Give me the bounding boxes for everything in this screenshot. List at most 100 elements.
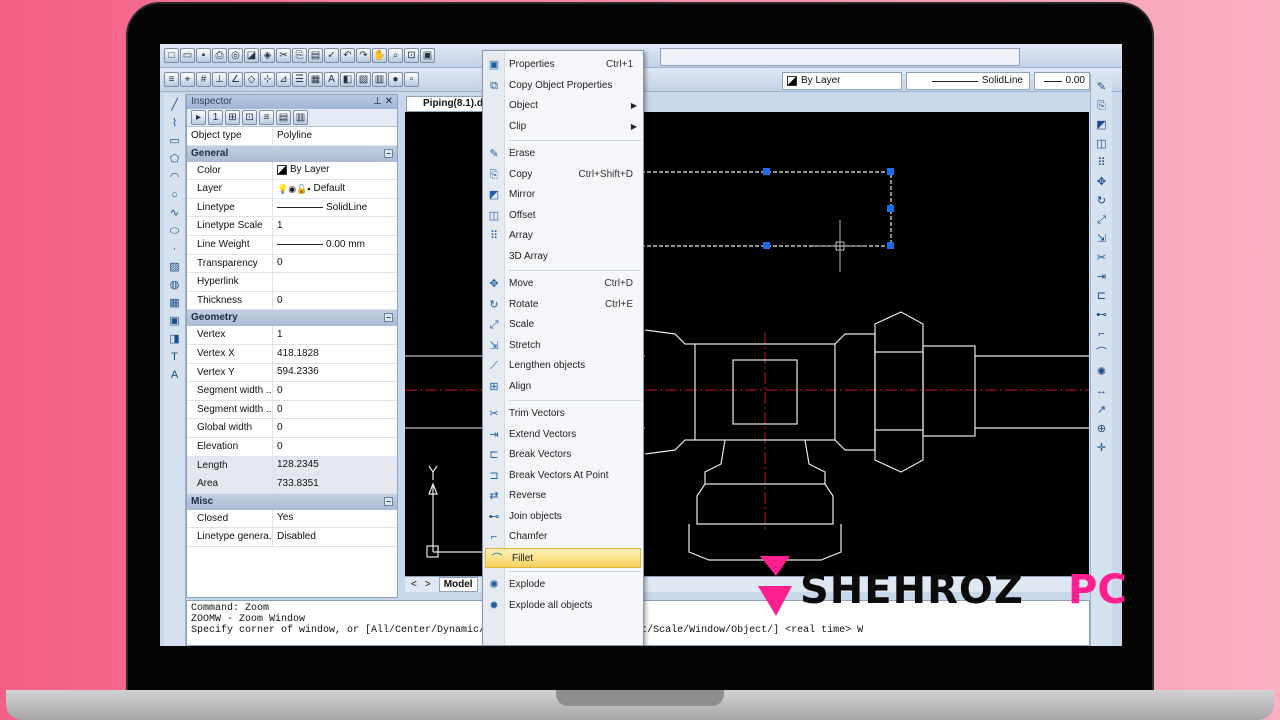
tolerance-tool-icon[interactable]: ⊕ xyxy=(1094,422,1109,437)
center-mark-tool-icon[interactable]: ✛ xyxy=(1094,441,1109,456)
table-icon[interactable]: ▥ xyxy=(372,72,387,87)
property-value[interactable]: 0 xyxy=(273,255,397,273)
tab-scroll-right-icon[interactable]: > xyxy=(425,579,431,590)
menu-item-explode[interactable]: ✺ Explode xyxy=(483,575,643,595)
match-icon[interactable]: ✓ xyxy=(324,48,339,63)
rectangle-tool-icon[interactable]: ▭ xyxy=(167,134,182,149)
trim-tool-icon[interactable]: ✂ xyxy=(1094,251,1109,266)
property-row[interactable]: Object type Polyline xyxy=(187,127,397,146)
annotation-icon[interactable]: A xyxy=(324,72,339,87)
leader-tool-icon[interactable]: ↗ xyxy=(1094,403,1109,418)
menu-item-array[interactable]: ⠿ Array xyxy=(483,226,643,246)
inspector-close-icon[interactable]: ⊥ ✕ xyxy=(373,95,393,109)
property-row[interactable]: Color By Layer xyxy=(187,161,397,181)
property-value[interactable]: Disabled xyxy=(273,528,397,546)
property-row[interactable]: Hyperlink xyxy=(187,273,397,292)
menu-item-copy[interactable]: ⎘ Copy Ctrl+Shift+D xyxy=(483,165,643,185)
collapse-icon[interactable]: − xyxy=(384,148,393,158)
ortho-icon[interactable]: ⊥ xyxy=(212,72,227,87)
property-row[interactable]: Line Weight 0.00 mm xyxy=(187,235,397,255)
cut-icon[interactable]: ✂ xyxy=(276,48,291,63)
extend-tool-icon[interactable]: ⇥ xyxy=(1094,270,1109,285)
property-value[interactable]: 1 xyxy=(273,326,397,344)
collapse-icon[interactable]: − xyxy=(384,313,393,323)
spline-tool-icon[interactable]: ∿ xyxy=(167,206,182,221)
select-objects-icon[interactable]: ▸ xyxy=(191,110,206,125)
dimension-tool-icon[interactable]: ↔ xyxy=(1094,384,1109,399)
offset-tool-icon[interactable]: ◫ xyxy=(1094,137,1109,152)
layer-bulb-icon[interactable]: ● xyxy=(388,72,403,87)
save-icon[interactable]: ▪ xyxy=(196,48,211,63)
properties-icon[interactable]: ▣ xyxy=(420,48,435,63)
fillet-tool-icon[interactable]: ⌒ xyxy=(1094,346,1109,361)
menu-item-clip[interactable]: Clip ▶ xyxy=(483,117,643,137)
property-value[interactable]: 💡◉🔓▪ Default xyxy=(273,180,397,198)
arc-tool-icon[interactable]: ◠ xyxy=(167,170,182,185)
lineweight-dropdown[interactable]: 0.00 xyxy=(1034,72,1090,90)
mirror-tool-icon[interactable]: ◩ xyxy=(1094,118,1109,133)
menu-item-copy-object-properties[interactable]: ⧉ Copy Object Properties xyxy=(483,76,643,96)
hatch-icon[interactable]: ▧ xyxy=(356,72,371,87)
rotate-tool-icon[interactable]: ↻ xyxy=(1094,194,1109,209)
paste-icon[interactable]: ▤ xyxy=(308,48,323,63)
scale-tool-icon[interactable]: ⤢ xyxy=(1094,213,1109,228)
property-group-geometry[interactable]: Geometry − xyxy=(187,310,397,327)
menu-item-trim-vectors[interactable]: ✂ Trim Vectors xyxy=(483,404,643,424)
layer-lock-icon[interactable]: ▫ xyxy=(404,72,419,87)
property-row[interactable]: Vertex 1 xyxy=(187,326,397,345)
tab-model[interactable]: Model xyxy=(438,577,478,592)
erase-tool-icon[interactable]: ✎ xyxy=(1094,80,1109,95)
menu-item-extend-vectors[interactable]: ⇥ Extend Vectors xyxy=(483,425,643,445)
publish-icon[interactable]: ◈ xyxy=(260,48,275,63)
polygon-tool-icon[interactable]: ⬠ xyxy=(167,152,182,167)
property-value[interactable]: 0 xyxy=(273,292,397,310)
property-row[interactable]: Segment width ... 0 xyxy=(187,382,397,401)
menu-item-lengthen-objects[interactable]: ⟋ Lengthen objects xyxy=(483,356,643,376)
plot-icon[interactable]: ◪ xyxy=(244,48,259,63)
move-tool-icon[interactable]: ✥ xyxy=(1094,175,1109,190)
mtext-tool-icon[interactable]: A xyxy=(167,368,182,383)
property-value[interactable]: 733.8351 xyxy=(273,475,397,493)
hatch-tool-icon[interactable]: ▨ xyxy=(167,260,182,275)
property-row[interactable]: Vertex X 418.1828 xyxy=(187,344,397,364)
menu-item-align[interactable]: ⊞ Align xyxy=(483,377,643,397)
property-value[interactable]: 0 xyxy=(273,419,397,437)
menu-item-3d-array[interactable]: 3D Array xyxy=(483,247,643,267)
block-tool-icon[interactable]: ◨ xyxy=(167,332,182,347)
text-tool-icon[interactable]: T xyxy=(167,350,182,365)
copy-icon[interactable]: ⎘ xyxy=(292,48,307,63)
property-value[interactable]: 0 xyxy=(273,401,397,419)
menu-item-erase[interactable]: ✎ Erase xyxy=(483,144,643,164)
property-value[interactable]: 1 xyxy=(273,217,397,235)
pan-icon[interactable]: ✋ xyxy=(372,48,387,63)
stretch-tool-icon[interactable]: ⇲ xyxy=(1094,232,1109,247)
menu-item-move[interactable]: ✥ Move Ctrl+D xyxy=(483,274,643,294)
polyline-tool-icon[interactable]: ⌇ xyxy=(167,116,182,131)
property-value[interactable]: 128.2345 xyxy=(273,456,397,475)
menu-item-join-objects[interactable]: ⊷ Join objects xyxy=(483,507,643,527)
menu-item-break-vectors-at-point[interactable]: ⊐ Break Vectors At Point xyxy=(483,466,643,486)
property-row[interactable]: Segment width ... 0 xyxy=(187,400,397,420)
new-file-icon[interactable]: □ xyxy=(164,48,179,63)
lineweight-icon[interactable]: ☰ xyxy=(292,72,307,87)
explode-tool-icon[interactable]: ✺ xyxy=(1094,365,1109,380)
tab-scroll-left-icon[interactable]: < xyxy=(411,579,417,590)
sort-icon[interactable]: ≡ xyxy=(259,110,274,125)
menu-item-scale[interactable]: ⤢ Scale xyxy=(483,315,643,335)
block-icon[interactable]: ◧ xyxy=(340,72,355,87)
chamfer-tool-icon[interactable]: ⌐ xyxy=(1094,327,1109,342)
zoom-icon[interactable]: ⌕ xyxy=(388,48,403,63)
property-value[interactable]: 0.00 mm xyxy=(273,236,397,254)
collapse-icon[interactable]: − xyxy=(384,496,393,506)
dynamic-ucs-icon[interactable]: ⊿ xyxy=(276,72,291,87)
property-row[interactable]: Closed Yes xyxy=(187,509,397,529)
property-row[interactable]: Thickness 0 xyxy=(187,291,397,311)
menu-item-chamfer[interactable]: ⌐ Chamfer xyxy=(483,527,643,547)
preview-icon[interactable]: ◎ xyxy=(228,48,243,63)
toggle-pickadd-icon[interactable]: ⊡ xyxy=(242,110,257,125)
region-tool-icon[interactable]: ◍ xyxy=(167,278,182,293)
zoom-window-icon[interactable]: ⊡ xyxy=(404,48,419,63)
property-group-misc[interactable]: Misc − xyxy=(187,493,397,510)
property-group-general[interactable]: General − xyxy=(187,145,397,162)
ellipse-tool-icon[interactable]: ⬭ xyxy=(167,224,182,239)
